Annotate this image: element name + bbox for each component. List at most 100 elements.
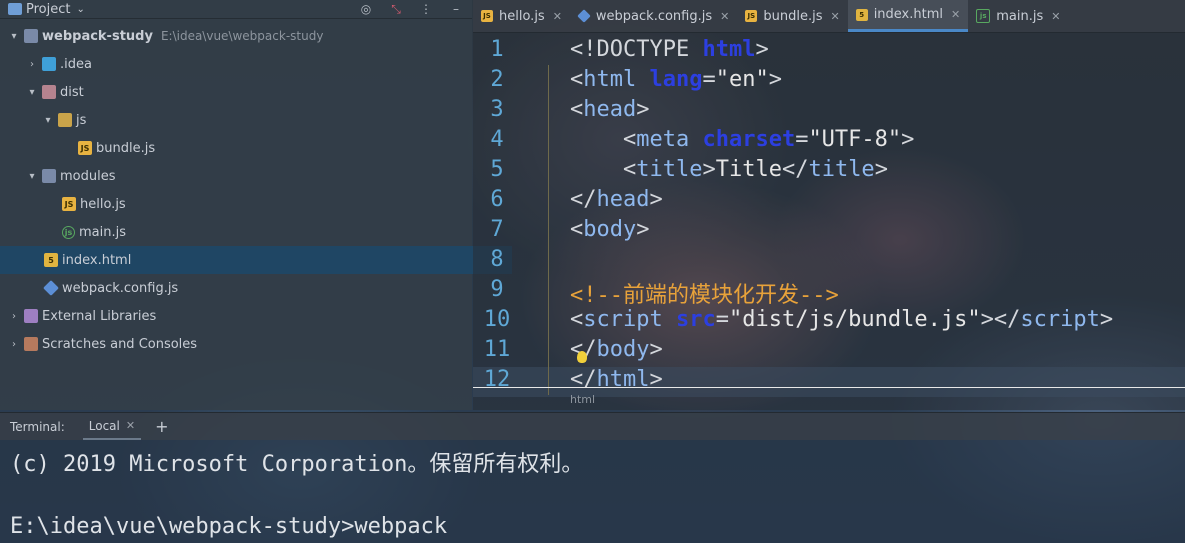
tree-item-hello-js[interactable]: JS hello.js	[0, 190, 530, 218]
chevron-down-icon[interactable]: ▾	[8, 31, 20, 42]
code-token: >	[702, 157, 716, 182]
tree-item-label: js	[76, 112, 87, 128]
code-line-4: <meta charset="UTF-8">	[570, 127, 914, 157]
code-token: script	[583, 307, 676, 332]
close-icon[interactable]: ✕	[1051, 10, 1060, 23]
folder-icon	[42, 57, 56, 71]
tree-item-external-libraries[interactable]: › External Libraries	[0, 302, 480, 330]
chevron-down-icon[interactable]: ▾	[42, 115, 54, 126]
js-file-icon: JS	[78, 141, 92, 155]
tab-label: webpack.config.js	[595, 8, 713, 24]
line-number: 1	[490, 37, 504, 62]
line-number: 2	[490, 67, 504, 92]
terminal-label: Terminal:	[10, 419, 65, 434]
tree-item-scratches[interactable]: › Scratches and Consoles	[0, 330, 480, 358]
chevron-down-icon[interactable]: ⌄	[76, 4, 84, 15]
add-terminal-icon[interactable]: +	[155, 417, 168, 436]
tree-item-label: External Libraries	[42, 308, 157, 324]
js-file-icon: JS	[745, 10, 758, 22]
close-icon[interactable]: ✕	[553, 10, 562, 23]
chevron-down-icon[interactable]: ▾	[26, 87, 38, 98]
collapse-all-icon[interactable]: ⤡	[388, 1, 404, 17]
code-token: >	[636, 97, 650, 122]
locate-icon[interactable]: ◎	[358, 1, 374, 17]
tree-item-js[interactable]: ▾ js	[0, 106, 514, 134]
code-token: </	[781, 157, 809, 182]
tree-item-main-js[interactable]: js main.js	[0, 218, 530, 246]
tree-item-webpack-config[interactable]: webpack.config.js	[0, 274, 512, 302]
line-number: 11	[483, 337, 511, 362]
editor-tab-bar: JS hello.js ✕ webpack.config.js ✕ JS bun…	[473, 0, 1185, 33]
tab-terminal-local[interactable]: Local ✕	[82, 413, 142, 440]
webpack-icon	[577, 9, 591, 23]
indent-guide	[548, 65, 549, 395]
code-token: >	[768, 67, 782, 92]
tab-webpack-config[interactable]: webpack.config.js ✕	[570, 0, 737, 32]
editor-divider	[473, 387, 1185, 388]
line-number: 5	[490, 157, 504, 182]
close-icon[interactable]: ✕	[830, 10, 839, 23]
tab-bundle-js[interactable]: JS bundle.js ✕	[737, 0, 847, 32]
code-token: head	[596, 187, 650, 212]
chevron-right-icon[interactable]: ›	[8, 311, 20, 322]
tree-item-label: dist	[60, 84, 84, 100]
code-token: >	[649, 187, 663, 212]
project-panel-header[interactable]: Project ⌄ ◎ ⤡ ⋮ –	[0, 0, 472, 19]
tree-item-webpack-study[interactable]: ▾ webpack-study E:\idea\vue\webpack-stud…	[0, 22, 480, 50]
line-number-gutter: 1 2 3 4 5 6 7 8 9 10 11 12	[473, 33, 543, 410]
tab-label: index.html	[873, 7, 943, 22]
code-token: body	[583, 217, 637, 242]
chevron-down-icon[interactable]: ▾	[26, 171, 38, 182]
minimize-icon[interactable]: –	[448, 1, 464, 17]
code-token: head	[583, 97, 637, 122]
tree-item-label: modules	[60, 168, 116, 184]
tree-item-dist[interactable]: ▾ dist	[0, 78, 498, 106]
project-icon	[8, 3, 22, 15]
tree-item-label: .idea	[60, 56, 92, 72]
html-file-icon: 5	[44, 253, 58, 267]
tab-index-html[interactable]: 5 index.html ✕	[847, 0, 969, 32]
chevron-right-icon[interactable]: ›	[26, 59, 38, 70]
tab-main-js[interactable]: js main.js ✕	[968, 0, 1068, 32]
close-icon[interactable]: ✕	[951, 8, 960, 21]
project-panel: Project ⌄ ◎ ⤡ ⋮ – ▾ webpack-study E:\ide…	[0, 0, 512, 410]
node-js-icon: js	[976, 9, 991, 23]
tree-item-label: main.js	[79, 224, 126, 240]
code-token: >	[901, 127, 915, 152]
code-token: meta	[636, 127, 703, 152]
more-options-icon[interactable]: ⋮	[418, 1, 434, 17]
code-token: >	[649, 337, 663, 362]
code-token: <	[570, 127, 637, 152]
chevron-right-icon[interactable]: ›	[8, 339, 20, 350]
lightbulb-icon[interactable]	[577, 351, 587, 363]
code-token: "dist/js/bundle.js"	[728, 307, 981, 332]
code-token: script	[1020, 307, 1100, 332]
js-file-icon: JS	[481, 10, 493, 22]
folder-icon	[24, 29, 38, 43]
code-token: <!DOCTYPE	[570, 37, 703, 62]
code-token: <	[570, 97, 584, 122]
code-token: html	[702, 37, 756, 62]
folder-icon	[42, 85, 56, 99]
code-token: </	[570, 187, 597, 212]
code-token: =	[715, 307, 729, 332]
tab-label: Local	[88, 418, 120, 433]
terminal-output[interactable]: (c) 2019 Microsoft Corporation。保留所有权利。 E…	[0, 440, 1185, 543]
close-icon[interactable]: ✕	[126, 419, 135, 432]
library-icon	[24, 309, 38, 323]
close-icon[interactable]: ✕	[720, 10, 729, 23]
tree-item-modules[interactable]: ▾ modules	[0, 162, 498, 190]
tree-item-label: bundle.js	[96, 140, 156, 156]
tree-item-bundle-js[interactable]: JS bundle.js	[0, 134, 546, 162]
line-number: 12	[483, 367, 511, 392]
code-token: </	[570, 367, 597, 392]
tree-item-index-html[interactable]: 5 index.html	[0, 246, 512, 274]
code-token: lang	[649, 67, 703, 92]
tab-hello-js[interactable]: JS hello.js ✕	[473, 0, 570, 32]
tree-item-idea[interactable]: › .idea	[0, 50, 498, 78]
breadcrumb[interactable]: html	[570, 393, 595, 406]
code-line-6: </head>	[570, 187, 663, 217]
code-token: <	[570, 217, 584, 242]
code-line-3: <head>	[570, 97, 649, 127]
code-token: charset	[702, 127, 796, 152]
